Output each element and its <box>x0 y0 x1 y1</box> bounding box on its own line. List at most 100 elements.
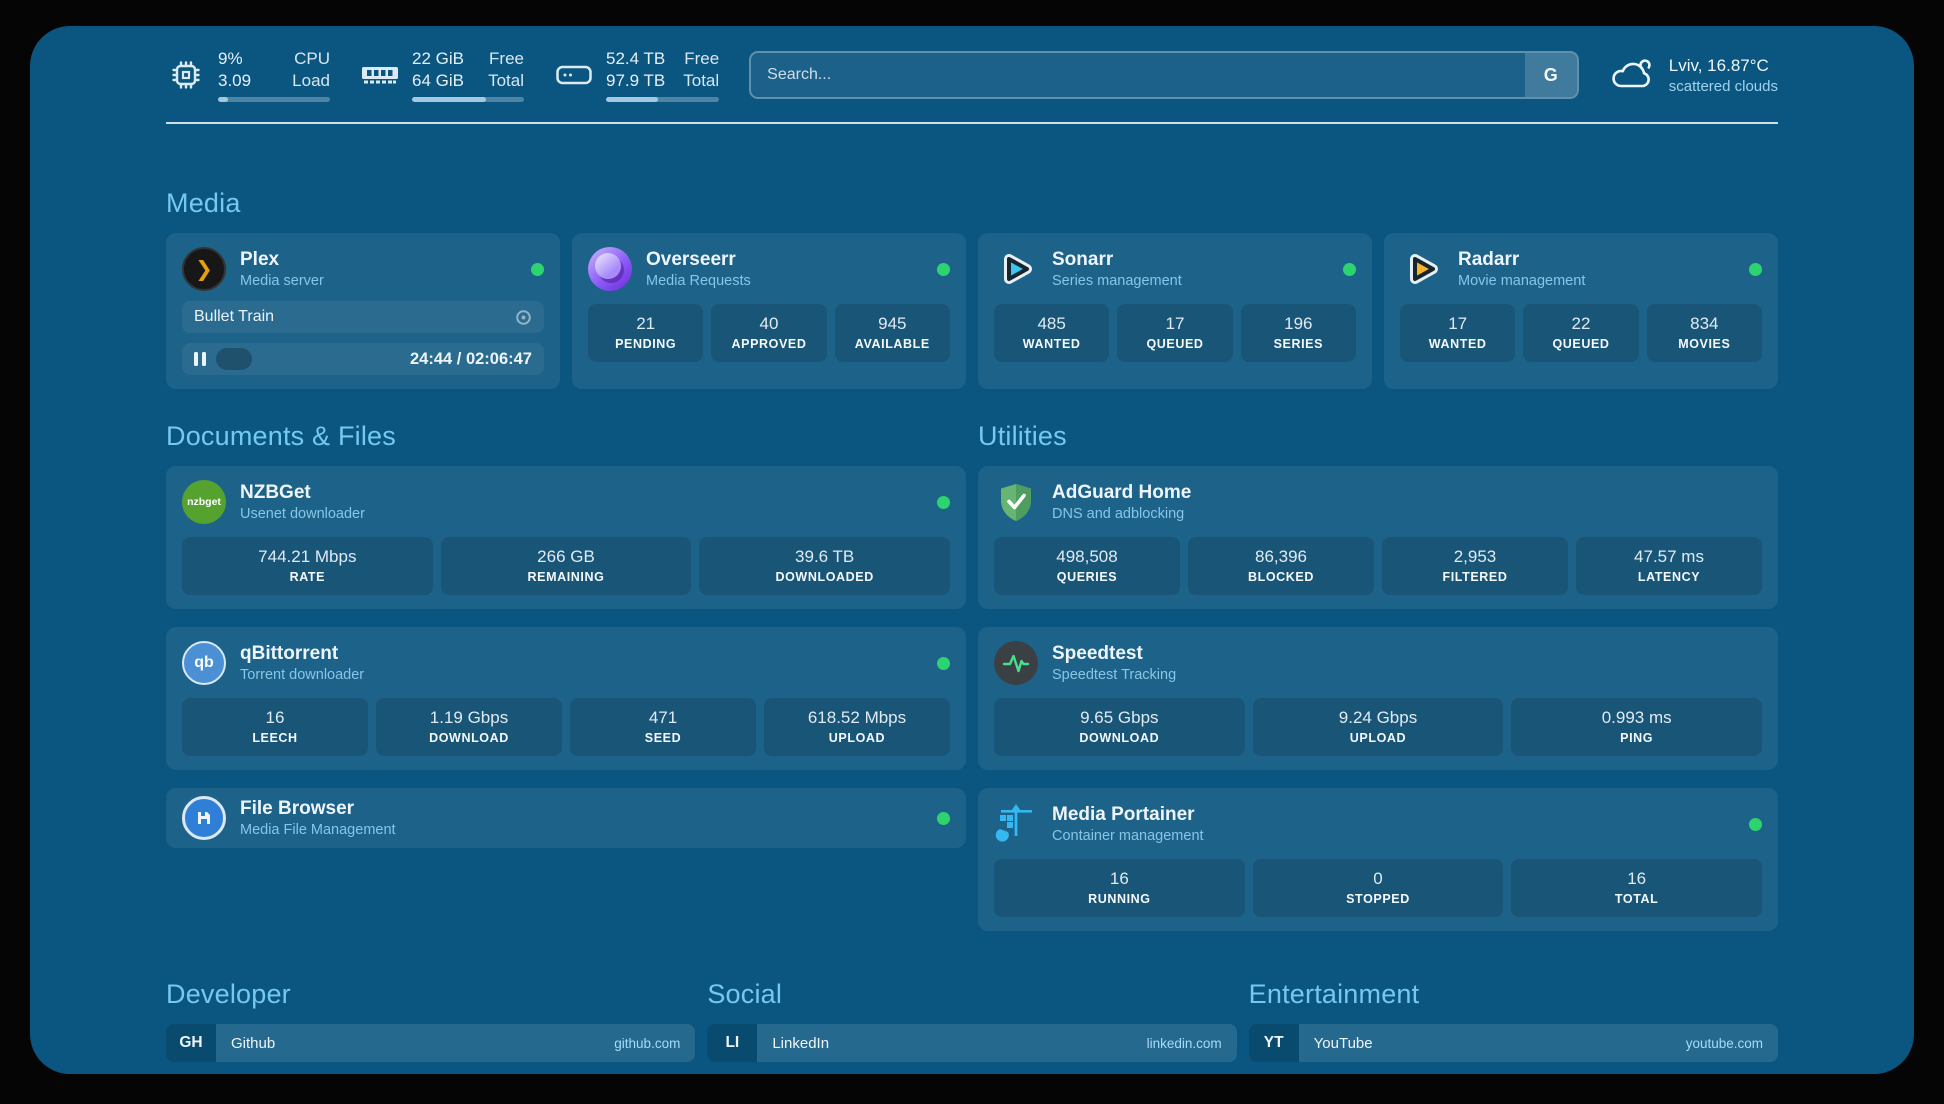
disk-progressbar <box>606 97 719 102</box>
portainer-title: Media Portainer <box>1052 803 1204 827</box>
plex-now-playing-row: Bullet Train <box>182 301 544 333</box>
disk-drive-icon <box>554 62 594 88</box>
overseerr-title: Overseerr <box>646 248 751 272</box>
bookmark-domain: youtube.com <box>1686 1036 1763 1051</box>
cpu-progressbar <box>218 97 330 102</box>
bookmark-name: YouTube <box>1314 1035 1373 1052</box>
qbittorrent-leech-stat: 16LEECH <box>182 698 368 756</box>
speedtest-card[interactable]: Speedtest Speedtest Tracking 9.65 GbpsDO… <box>978 627 1778 770</box>
filebrowser-title: File Browser <box>240 797 396 821</box>
portainer-status-dot <box>1749 818 1762 831</box>
adguard-card[interactable]: AdGuard Home DNS and adblocking 498,508Q… <box>978 466 1778 609</box>
memory-total-value: 64 GiB <box>412 70 464 92</box>
nzbget-subtitle: Usenet downloader <box>240 505 365 524</box>
portainer-total-stat: 16TOTAL <box>1511 859 1762 917</box>
radarr-movies-stat: 834MOVIES <box>1647 304 1762 362</box>
entertainment-section-heading: Entertainment <box>1249 979 1778 1010</box>
speedtest-download-stat: 9.65 GbpsDOWNLOAD <box>994 698 1245 756</box>
overseerr-card[interactable]: Overseerr Media Requests 21PENDING 40APP… <box>572 233 966 389</box>
disk-stat-widget: 52.4 TB 97.9 TB Free Total <box>554 48 719 102</box>
memory-ram-icon <box>360 63 400 87</box>
adguard-shield-icon <box>994 480 1038 524</box>
nzbget-downloaded-stat: 39.6 TBDOWNLOADED <box>699 537 950 595</box>
sonarr-card[interactable]: Sonarr Series management 485WANTED 17QUE… <box>978 233 1372 389</box>
search-bar[interactable]: G <box>749 51 1579 99</box>
overseerr-status-dot <box>937 263 950 276</box>
nzbget-status-dot <box>937 496 950 509</box>
portainer-crane-icon <box>994 802 1038 846</box>
speedtest-subtitle: Speedtest Tracking <box>1052 666 1176 685</box>
cpu-load-label: Load <box>292 70 330 92</box>
qbittorrent-status-dot <box>937 657 950 670</box>
sonarr-wanted-stat: 485WANTED <box>994 304 1109 362</box>
memory-free-label: Free <box>488 48 524 70</box>
filebrowser-logo-icon <box>182 796 226 840</box>
disk-free-value: 52.4 TB <box>606 48 665 70</box>
radarr-logo-icon <box>1400 247 1444 291</box>
memory-total-label: Total <box>488 70 524 92</box>
adguard-blocked-stat: 86,396BLOCKED <box>1188 537 1374 595</box>
bookmark-name: Github <box>231 1035 275 1052</box>
overseerr-approved-stat: 40APPROVED <box>711 304 826 362</box>
adguard-latency-stat: 47.57 msLATENCY <box>1576 537 1762 595</box>
pause-icon <box>194 352 206 366</box>
plex-status-dot <box>531 263 544 276</box>
radarr-queued-stat: 22QUEUED <box>1523 304 1638 362</box>
radarr-subtitle: Movie management <box>1458 272 1585 291</box>
qbittorrent-seed-stat: 471SEED <box>570 698 756 756</box>
utilities-section: Utilities AdGuard Home D <box>978 421 1778 931</box>
plex-card[interactable]: ❯ Plex Media server Bullet Train <box>166 233 560 389</box>
sonarr-series-stat: 196SERIES <box>1241 304 1356 362</box>
filebrowser-subtitle: Media File Management <box>240 821 396 840</box>
bookmark-youtube[interactable]: YT YouTube youtube.com <box>1249 1024 1778 1062</box>
sonarr-subtitle: Series management <box>1052 272 1182 291</box>
bookmark-abbr: YT <box>1249 1024 1299 1062</box>
memory-progressbar <box>412 97 524 102</box>
nzbget-title: NZBGet <box>240 481 365 505</box>
radarr-card[interactable]: Radarr Movie management 17WANTED 22QUEUE… <box>1384 233 1778 389</box>
qbittorrent-logo-icon: qb <box>182 641 226 685</box>
filebrowser-status-dot <box>937 812 950 825</box>
bookmark-github[interactable]: GH Github github.com <box>166 1024 695 1062</box>
plex-subtitle: Media server <box>240 272 324 291</box>
portainer-card[interactable]: Media Portainer Container management 16R… <box>978 788 1778 931</box>
bookmark-domain: github.com <box>614 1036 680 1051</box>
documents-section: Documents & Files nzbget NZBGet Usenet d… <box>166 421 966 931</box>
documents-section-heading: Documents & Files <box>166 421 966 452</box>
filebrowser-card[interactable]: File Browser Media File Management <box>166 788 966 848</box>
developer-bookmarks-section: Developer GH Github github.com SO StackO… <box>166 979 695 1074</box>
cpu-usage-value: 9% <box>218 48 251 70</box>
sonarr-status-dot <box>1343 263 1356 276</box>
sonarr-title: Sonarr <box>1052 248 1182 272</box>
qbittorrent-subtitle: Torrent downloader <box>240 666 364 685</box>
bookmark-linkedin[interactable]: LI LinkedIn linkedin.com <box>707 1024 1236 1062</box>
bookmark-domain: linkedin.com <box>1147 1036 1222 1051</box>
adguard-queries-stat: 498,508QUERIES <box>994 537 1180 595</box>
cpu-label: CPU <box>292 48 330 70</box>
qbittorrent-card[interactable]: qb qBittorrent Torrent downloader 16LEEC… <box>166 627 966 770</box>
plex-now-playing-title: Bullet Train <box>194 308 505 326</box>
qbittorrent-upload-stat: 618.52 MbpsUPLOAD <box>764 698 950 756</box>
radarr-title: Radarr <box>1458 248 1585 272</box>
dashboard-screen: 9% 3.09 CPU Load <box>30 26 1914 1074</box>
search-engine-button[interactable]: G <box>1525 53 1577 97</box>
nzbget-logo-icon: nzbget <box>182 480 226 524</box>
search-input[interactable] <box>751 53 1525 97</box>
overseerr-subtitle: Media Requests <box>646 272 751 291</box>
bookmark-name: LinkedIn <box>772 1035 829 1052</box>
social-section-heading: Social <box>707 979 1236 1010</box>
plex-title: Plex <box>240 248 324 272</box>
entertainment-bookmarks-section: Entertainment YT YouTube youtube.com NF … <box>1249 979 1778 1074</box>
plex-progress-row: 24:44 / 02:06:47 <box>182 343 544 375</box>
weather-condition: scattered clouds <box>1669 77 1778 96</box>
speedtest-pulse-icon <box>994 641 1038 685</box>
developer-section-heading: Developer <box>166 979 695 1010</box>
nzbget-card[interactable]: nzbget NZBGet Usenet downloader 744.21 M… <box>166 466 966 609</box>
disk-total-value: 97.9 TB <box>606 70 665 92</box>
sonarr-logo-icon <box>994 247 1038 291</box>
media-section-heading: Media <box>166 188 1778 219</box>
topbar-divider <box>166 122 1778 124</box>
qbittorrent-title: qBittorrent <box>240 642 364 666</box>
utilities-section-heading: Utilities <box>978 421 1778 452</box>
bookmark-abbr: GH <box>166 1024 216 1062</box>
